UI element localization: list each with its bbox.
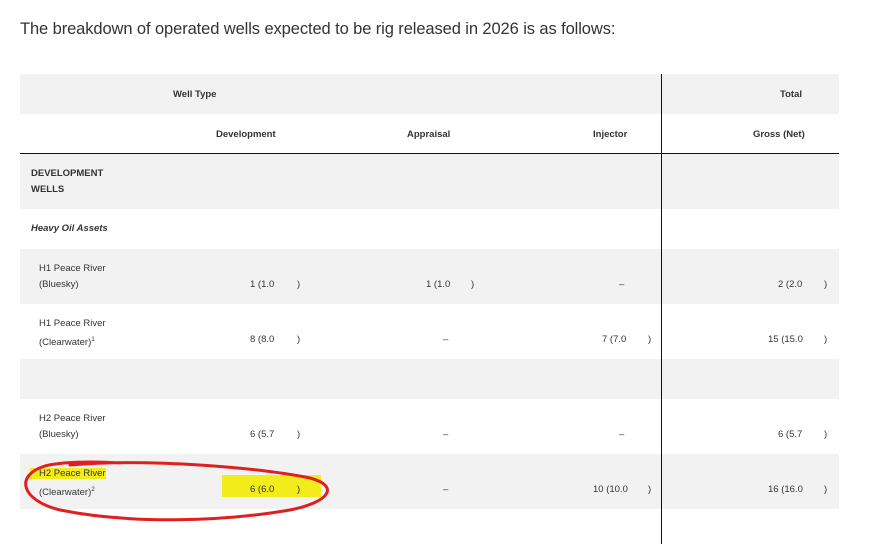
footnote-marker: 1 (91, 336, 95, 343)
row-development-close: ) (297, 429, 301, 440)
row-name-line1: H1 Peace River (39, 318, 106, 329)
row-development-close: ) (297, 279, 301, 290)
table-row: H1 Peace River (Bluesky) 1 (1.0 ) 1 (1.0… (20, 249, 839, 304)
header-row-columns: Development Appraisal Injector Gross (Ne… (20, 114, 839, 154)
subsection-heavy-oil-assets: Heavy Oil Assets (31, 223, 108, 234)
row-name-line2: (Bluesky) (39, 279, 79, 290)
row-total-value: 15 (15.0 (768, 334, 803, 345)
header-development: Development (216, 129, 276, 140)
row-total-close: ) (824, 279, 828, 290)
row-development-value: 6 (5.7 (250, 429, 275, 440)
row-total-value: 2 (2.0 (778, 279, 803, 290)
row-appraisal-value: – (443, 429, 449, 440)
section-title-line2: WELLS (31, 184, 65, 195)
header-divider (20, 153, 839, 154)
row-name-line2: (Bluesky) (39, 429, 79, 440)
footnote-marker: 2 (91, 486, 95, 493)
section-title-line1: DEVELOPMENT (31, 168, 104, 179)
highlighted-name: H2 Peace River (30, 468, 106, 479)
row-appraisal-value: – (443, 334, 449, 345)
row-injector-close: ) (648, 484, 652, 495)
header-total: Total (780, 89, 802, 100)
header-row-well-type: Well Type Total (20, 74, 839, 114)
header-well-type: Well Type (173, 89, 217, 100)
wells-table: Well Type Total Development Appraisal In… (20, 74, 839, 544)
row-name-text: (Clearwater) (39, 487, 92, 499)
row-development-value: 6 (6.0 (250, 484, 275, 495)
row-total-close: ) (824, 484, 828, 495)
row-name-line1: H2 Peace River (39, 413, 106, 424)
row-name-line1: H2 Peace River (30, 466, 106, 482)
row-injector-value: 7 (7.0 (602, 334, 627, 345)
row-development-close: ) (297, 484, 301, 495)
table-row-highlighted: H2 Peace River (Clearwater)2 6 (6.0 ) – … (20, 454, 839, 509)
total-column-divider (661, 74, 662, 544)
table-row: H1 Peace River (Clearwater)1 8 (8.0 ) – … (20, 304, 839, 359)
row-name-line1: H1 Peace River (39, 263, 106, 274)
table-row: H2 Peace River (Bluesky) 6 (5.7 ) – – 6 … (20, 399, 839, 454)
row-name-line2: (Clearwater)1 (39, 332, 95, 351)
subsection-row-heavy-oil: Heavy Oil Assets (20, 209, 839, 249)
section-row-development-wells: DEVELOPMENT WELLS (20, 154, 839, 209)
row-appraisal-value: – (443, 484, 449, 495)
row-development-close: ) (297, 334, 301, 345)
row-appraisal-value: 1 (1.0 (426, 279, 451, 290)
row-total-value: 16 (16.0 (768, 484, 803, 495)
row-injector-value: 10 (10.0 (593, 484, 628, 495)
row-total-value: 6 (5.7 (778, 429, 803, 440)
row-injector-value: – (619, 429, 625, 440)
row-development-value: 8 (8.0 (250, 334, 275, 345)
row-appraisal-close: ) (471, 279, 475, 290)
header-appraisal: Appraisal (407, 129, 451, 140)
row-name-line2: (Clearwater)2 (39, 482, 95, 501)
row-injector-value: – (619, 279, 625, 290)
row-injector-close: ) (648, 334, 652, 345)
header-gross-net: Gross (Net) (753, 129, 805, 140)
row-total-close: ) (824, 334, 828, 345)
row-total-close: ) (824, 429, 828, 440)
intro-text: The breakdown of operated wells expected… (20, 20, 616, 38)
row-development-value: 1 (1.0 (250, 279, 275, 290)
row-name-text: (Clearwater) (39, 337, 92, 349)
header-injector: Injector (593, 129, 628, 140)
spacer-row (20, 359, 839, 399)
